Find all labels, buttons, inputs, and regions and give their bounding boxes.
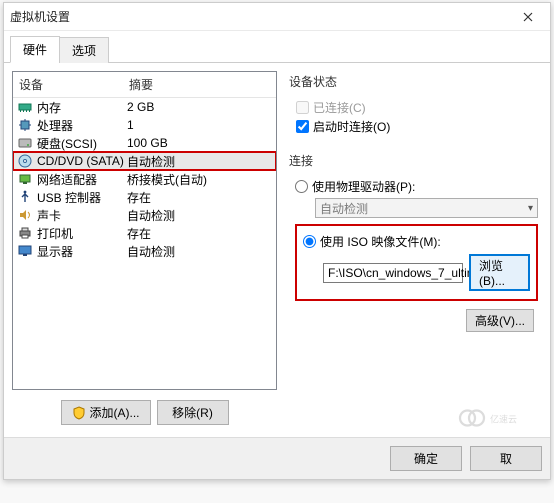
hw-row-nic[interactable]: 网络适配器 桥接模式(自动) — [13, 170, 276, 188]
cancel-button[interactable]: 取 — [470, 446, 542, 471]
hw-row-disk[interactable]: 硬盘(SCSI) 100 GB — [13, 134, 276, 152]
hw-row-printer[interactable]: 打印机 存在 — [13, 224, 276, 242]
device-status-title: 设备状态 — [289, 73, 538, 90]
hw-summary-label: 自动检测 — [127, 243, 272, 260]
hw-summary-label: 自动检测 — [127, 207, 272, 224]
disk-icon — [17, 135, 33, 151]
remove-hardware-button[interactable]: 移除(R) — [157, 400, 229, 425]
hw-summary-label: 100 GB — [127, 136, 272, 150]
monitor-icon — [17, 243, 33, 259]
use-physical-radio-row[interactable]: 使用物理驱动器(P): — [295, 178, 538, 195]
hw-device-label: 声卡 — [37, 207, 127, 224]
hardware-list[interactable]: 设备 摘要 内存 2 GB 处理器 1 — [12, 71, 277, 390]
power-on-connect-checkbox[interactable] — [296, 120, 309, 133]
hw-device-label: 内存 — [37, 99, 127, 116]
hardware-list-header: 设备 摘要 — [13, 72, 276, 98]
hw-row-cddvd[interactable]: CD/DVD (SATA) 自动检测 — [13, 152, 276, 170]
hw-row-usb[interactable]: USB 控制器 存在 — [13, 188, 276, 206]
printer-icon — [17, 225, 33, 241]
hw-summary-label: 2 GB — [127, 100, 272, 114]
browse-button[interactable]: 浏览(B)... — [469, 254, 530, 291]
dialog-footer: 确定 取 — [4, 437, 550, 479]
advanced-button[interactable]: 高级(V)... — [466, 309, 534, 332]
hw-row-display[interactable]: 显示器 自动检测 — [13, 242, 276, 260]
cd-icon — [17, 153, 33, 169]
add-button-label: 添加(A)... — [90, 404, 140, 421]
iso-highlight-box: 使用 ISO 映像文件(M): F:\ISO\cn_windows_7_ulti… — [295, 224, 538, 301]
use-physical-label: 使用物理驱动器(P): — [312, 178, 415, 195]
tab-options[interactable]: 选项 — [59, 37, 109, 63]
close-icon — [523, 12, 533, 22]
physical-drive-value: 自动检测 — [320, 200, 368, 217]
hw-summary-label: 桥接模式(自动) — [127, 171, 272, 188]
col-summary: 摘要 — [123, 72, 276, 97]
use-physical-radio[interactable] — [295, 180, 308, 193]
hw-device-label: 硬盘(SCSI) — [37, 135, 127, 152]
power-on-connect-label: 启动时连接(O) — [313, 118, 390, 135]
close-button[interactable] — [512, 6, 544, 28]
use-iso-label: 使用 ISO 映像文件(M): — [320, 233, 441, 250]
hw-row-memory[interactable]: 内存 2 GB — [13, 98, 276, 116]
shield-add-icon — [72, 406, 86, 420]
titlebar: 虚拟机设置 — [4, 3, 550, 31]
use-iso-radio-row[interactable]: 使用 ISO 映像文件(M): — [303, 233, 530, 250]
hw-device-label: CD/DVD (SATA) — [37, 154, 127, 168]
tab-hardware[interactable]: 硬件 — [10, 36, 60, 63]
connected-checkbox — [296, 101, 309, 114]
hw-device-label: 处理器 — [37, 117, 127, 134]
hw-summary-label: 自动检测 — [127, 153, 272, 170]
chevron-down-icon: ▾ — [528, 203, 533, 214]
tab-strip: 硬件 选项 — [4, 31, 550, 63]
physical-drive-combo: 自动检测 ▾ — [315, 198, 538, 218]
col-device: 设备 — [13, 72, 123, 97]
hw-row-sound[interactable]: 声卡 自动检测 — [13, 206, 276, 224]
connected-checkbox-row: 已连接(C) — [296, 99, 537, 116]
hw-summary-label: 存在 — [127, 225, 272, 242]
connection-title: 连接 — [289, 152, 538, 169]
hw-device-label: 显示器 — [37, 243, 127, 260]
connected-label: 已连接(C) — [313, 99, 366, 116]
cpu-icon — [17, 117, 33, 133]
hw-device-label: USB 控制器 — [37, 189, 127, 206]
hw-row-cpu[interactable]: 处理器 1 — [13, 116, 276, 134]
hw-device-label: 网络适配器 — [37, 171, 127, 188]
hw-summary-label: 1 — [127, 118, 272, 132]
memory-icon — [17, 99, 33, 115]
sound-icon — [17, 207, 33, 223]
iso-path-combo[interactable]: F:\ISO\cn_windows_7_ultin ▾ — [323, 263, 463, 283]
ok-button[interactable]: 确定 — [390, 446, 462, 471]
iso-path-value: F:\ISO\cn_windows_7_ultin — [328, 266, 473, 280]
hw-summary-label: 存在 — [127, 189, 272, 206]
nic-icon — [17, 171, 33, 187]
hw-device-label: 打印机 — [37, 225, 127, 242]
window-title: 虚拟机设置 — [10, 8, 512, 25]
power-on-connect-row[interactable]: 启动时连接(O) — [296, 118, 537, 135]
usb-icon — [17, 189, 33, 205]
add-hardware-button[interactable]: 添加(A)... — [61, 400, 151, 425]
use-iso-radio[interactable] — [303, 235, 316, 248]
